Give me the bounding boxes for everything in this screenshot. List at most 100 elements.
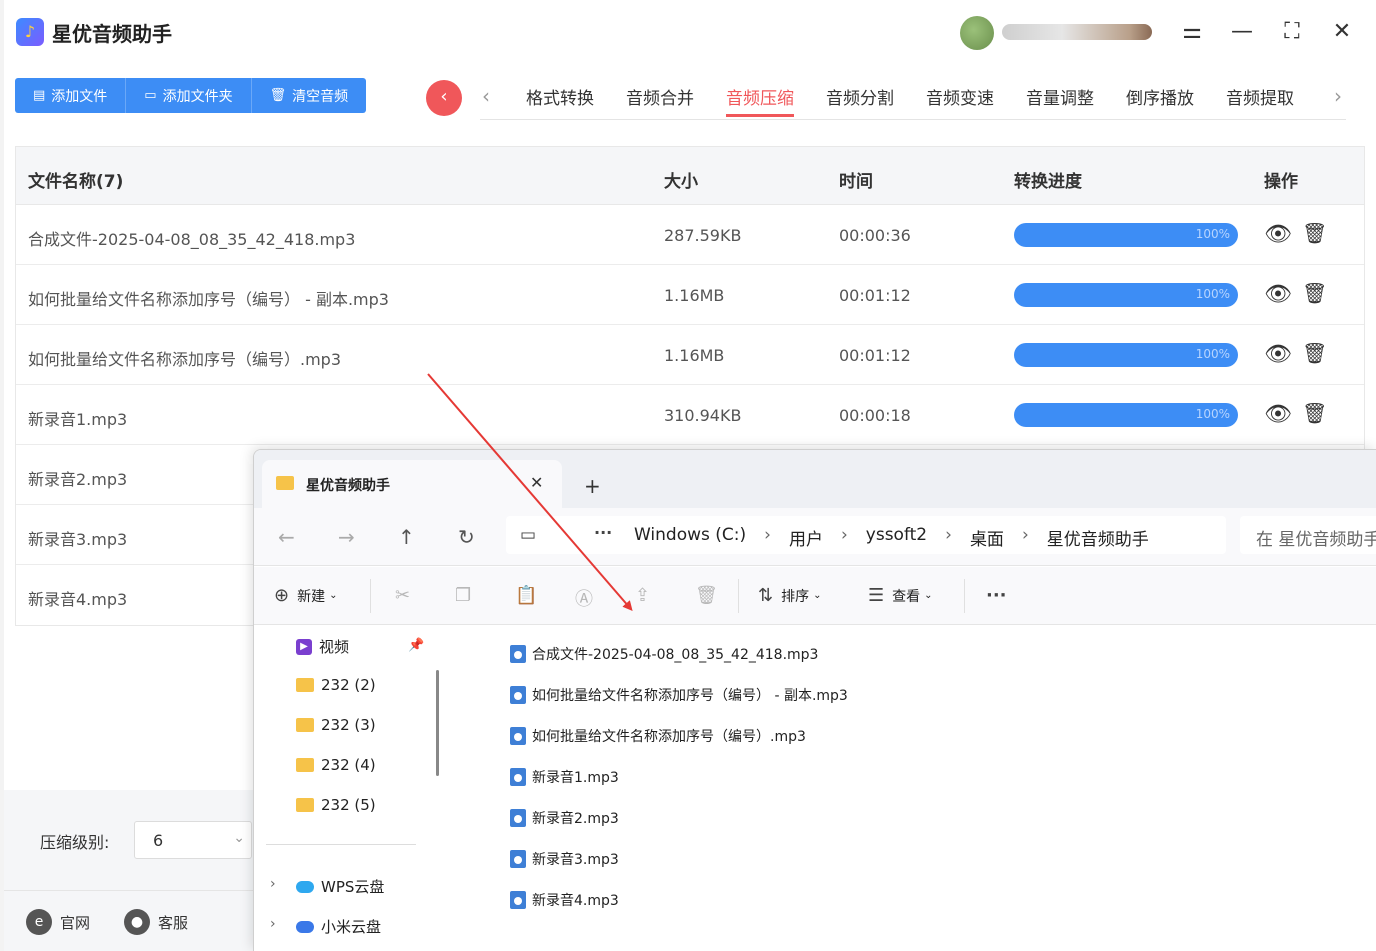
sidebar-item-folder[interactable]: 232 (4) (296, 756, 376, 774)
delete-button[interactable]: 🗑 (695, 585, 726, 606)
username-blurred (1002, 24, 1152, 40)
list-item[interactable]: 如何批量给文件名称添加序号（编号） - 副本.mp3 (510, 685, 848, 705)
app-title: 星优音频助手 (52, 22, 172, 46)
close-icon[interactable]: ✕ (1326, 16, 1358, 48)
expand-chevron-icon[interactable]: › (270, 916, 276, 932)
row-file-name: 如何批量给文件名称添加序号（编号） - 副本.mp3 (28, 290, 389, 309)
breadcrumb-user[interactable]: yssoft2 (866, 525, 927, 550)
list-item[interactable]: 新录音1.mp3 (510, 767, 619, 787)
tabs-prev-arrow-icon[interactable]: ‹ (482, 84, 490, 108)
row-file-name: 新录音3.mp3 (28, 530, 128, 549)
explorer-command-bar: ⊕ 新建 ⌄ ✂ ❐ 📋 Ⓐ ⇪ 🗑 ⇅ 排序 ⌄ ☰ 查看 ⌄ ··· (254, 567, 1376, 625)
table-row[interactable]: 如何批量给文件名称添加序号（编号） - 副本.mp3 1.16MB 00:01:… (16, 265, 1364, 325)
list-item[interactable]: 新录音2.mp3 (510, 808, 619, 828)
explorer-tab[interactable]: 星优音频助手 ✕ (262, 460, 562, 508)
progress-label: 100% (1195, 287, 1230, 301)
close-tab-icon[interactable]: ✕ (530, 473, 543, 492)
avatar[interactable] (960, 16, 994, 50)
audio-file-icon (510, 727, 526, 745)
header-time: 时间 (839, 172, 873, 192)
video-icon: ▶ (296, 638, 312, 655)
tab-audio-compress[interactable]: 音频压缩 (710, 82, 810, 117)
breadcrumb-desktop[interactable]: 桌面 (970, 525, 1004, 550)
back-button[interactable]: ‹ (426, 80, 462, 116)
sidebar-item-video[interactable]: ▶ 视频 (296, 636, 349, 657)
table-row[interactable]: 如何批量给文件名称添加序号（编号）.mp3 1.16MB 00:01:12 10… (16, 325, 1364, 385)
expand-chevron-icon[interactable]: › (270, 876, 276, 892)
row-size: 1.16MB (664, 286, 725, 305)
delete-trash-icon[interactable]: 🗑 (1302, 281, 1327, 305)
back-arrow-icon[interactable]: ← (278, 525, 295, 549)
more-path-icon[interactable]: ··· (594, 523, 612, 542)
folder-icon (296, 798, 314, 812)
table-row[interactable]: 新录音1.mp3 310.94KB 00:00:18 100% 👁 🗑 (16, 385, 1364, 445)
compress-level-select[interactable]: 6 ⌄ (134, 821, 252, 859)
add-folder-button[interactable]: ▭ 添加文件夹 (126, 78, 252, 113)
settings-sliders-icon[interactable]: ⚌ (1176, 16, 1208, 48)
sort-button[interactable]: ⇅ 排序 ⌄ (758, 585, 821, 606)
file-toolbar: ▤ 添加文件 ▭ 添加文件夹 🗑 清空音频 (15, 78, 367, 113)
sidebar-scrollbar[interactable] (436, 670, 439, 776)
cut-button[interactable]: ✂ (395, 585, 418, 606)
table-row[interactable]: 合成文件-2025-04-08_08_35_42_418.mp3 287.59K… (16, 205, 1364, 265)
share-button[interactable]: ⇪ (635, 585, 658, 606)
breadcrumb-drive[interactable]: Windows (C:) (634, 525, 746, 550)
tab-audio-speed[interactable]: 音频变速 (910, 82, 1010, 117)
sidebar-item-folder[interactable]: 232 (2) (296, 676, 376, 694)
copy-button[interactable]: ❐ (455, 585, 479, 606)
row-file-name: 新录音2.mp3 (28, 470, 128, 489)
forward-arrow-icon[interactable]: → (338, 525, 355, 549)
preview-eye-icon[interactable]: 👁 (1264, 402, 1292, 427)
sidebar-item-wps-cloud[interactable]: WPS云盘 (296, 876, 384, 897)
list-item[interactable]: 合成文件-2025-04-08_08_35_42_418.mp3 (510, 644, 818, 664)
sidebar-item-mi-cloud[interactable]: 小米云盘 (296, 916, 381, 937)
sidebar-item-folder[interactable]: 232 (5) (296, 796, 376, 814)
add-file-button[interactable]: ▤ 添加文件 (15, 78, 127, 113)
tab-format-convert[interactable]: 格式转换 (510, 82, 610, 117)
breadcrumb-folder[interactable]: 星优音频助手 (1047, 525, 1149, 550)
support-link[interactable]: ● 客服 (124, 909, 188, 935)
sidebar-item-folder[interactable]: 232 (3) (296, 716, 376, 734)
file-icon: ▤ (33, 88, 46, 103)
progress-label: 100% (1195, 407, 1230, 421)
command-separator (370, 579, 371, 613)
list-item[interactable]: 新录音3.mp3 (510, 849, 619, 869)
more-options-button[interactable]: ··· (986, 585, 1015, 606)
view-button[interactable]: ☰ 查看 ⌄ (868, 585, 933, 606)
breadcrumb-users[interactable]: 用户 (789, 525, 823, 550)
list-view-icon: ☰ (868, 585, 885, 606)
preview-eye-icon[interactable]: 👁 (1264, 222, 1292, 247)
website-link[interactable]: e 官网 (26, 909, 90, 935)
up-arrow-icon[interactable]: ↑ (398, 525, 415, 549)
list-item[interactable]: 如何批量给文件名称添加序号（编号）.mp3 (510, 726, 806, 746)
minimize-icon[interactable]: — (1226, 16, 1258, 48)
tab-volume-adjust[interactable]: 音量调整 (1010, 82, 1110, 117)
maximize-icon[interactable]: ⛶ (1276, 16, 1308, 48)
refresh-icon[interactable]: ↻ (458, 525, 475, 549)
search-input[interactable]: 在 星优音频助手 (1240, 516, 1376, 554)
address-bar[interactable]: ▭ ··· Windows (C:) › 用户 › yssoft2 › 桌面 › 星优音… (506, 516, 1226, 554)
new-tab-icon[interactable]: + (584, 474, 601, 498)
preview-eye-icon[interactable]: 👁 (1264, 282, 1292, 307)
computer-icon: ▭ (520, 525, 537, 545)
explorer-nav-bar: ← → ↑ ↻ ▭ ··· Windows (C:) › 用户 › yssoft2 ›… (254, 508, 1376, 566)
delete-trash-icon[interactable]: 🗑 (1302, 221, 1327, 245)
tab-audio-extract[interactable]: 音频提取 (1210, 82, 1310, 117)
file-explorer-window: 星优音频助手 ✕ + ← → ↑ ↻ ▭ ··· Windows (C:) › 用… (253, 449, 1376, 951)
clear-audio-button[interactable]: 🗑 清空音频 (251, 78, 367, 113)
delete-trash-icon[interactable]: 🗑 (1302, 401, 1327, 425)
progress-bar: 100% (1014, 403, 1238, 427)
chevron-down-icon: ⌄ (813, 590, 822, 601)
delete-trash-icon[interactable]: 🗑 (1302, 341, 1327, 365)
tab-audio-merge[interactable]: 音频合并 (610, 82, 710, 117)
paste-button[interactable]: 📋 (515, 585, 545, 606)
tabs-next-arrow-icon[interactable]: › (1334, 84, 1342, 108)
preview-eye-icon[interactable]: 👁 (1264, 342, 1292, 367)
pin-icon[interactable]: 📌 (408, 638, 424, 653)
rename-button[interactable]: Ⓐ (575, 585, 601, 611)
tab-reverse-play[interactable]: 倒序播放 (1110, 82, 1210, 117)
list-item[interactable]: 新录音4.mp3 (510, 890, 619, 910)
header-progress: 转换进度 (1014, 172, 1082, 192)
tab-audio-split[interactable]: 音频分割 (810, 82, 910, 117)
new-button[interactable]: ⊕ 新建 ⌄ (274, 585, 337, 606)
